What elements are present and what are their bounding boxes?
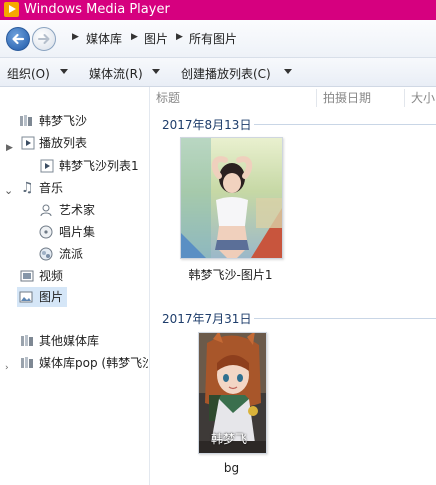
sidebar-item-user[interactable]: 韩梦飞沙 — [0, 111, 148, 131]
breadcrumb-chevron-icon[interactable]: ▶ — [131, 32, 138, 42]
breadcrumb-chevron-icon[interactable]: ▶ — [72, 32, 79, 42]
photo-caption[interactable]: bg — [198, 461, 265, 475]
title-bar[interactable]: Windows Media Player — [0, 0, 436, 20]
video-icon — [20, 270, 34, 282]
music-note-icon: ♫ — [21, 180, 34, 196]
sidebar-item-pictures[interactable]: 图片 — [17, 287, 67, 307]
expand-arrow-icon[interactable]: › — [5, 358, 9, 373]
column-divider[interactable] — [404, 89, 405, 107]
sidebar-item-label: 其他媒体库 — [39, 334, 100, 348]
photo-thumbnail[interactable] — [180, 137, 283, 259]
playlist-icon — [40, 159, 54, 173]
sidebar-item-label: 流派 — [59, 247, 84, 261]
breadcrumb-item-library[interactable]: 媒体库 — [86, 30, 122, 47]
photo-caption[interactable]: 韩梦飞沙-图片1 — [180, 266, 281, 283]
group-date-header: 2017年7月31日 — [162, 312, 252, 326]
sidebar-item-label: 韩梦飞沙 — [39, 114, 88, 128]
sidebar-item-label: 播放列表 — [39, 136, 88, 150]
photo-thumbnail[interactable]: 韩梦飞 — [198, 332, 267, 454]
group-divider — [254, 318, 436, 319]
sidebar-item-album[interactable]: 唱片集 — [0, 222, 148, 242]
organize-dropdown-icon[interactable] — [60, 69, 68, 74]
group-date-header: 2017年8月13日 — [162, 118, 252, 132]
column-header-title[interactable]: 标题 — [156, 87, 180, 109]
sidebar-item-playlist-1[interactable]: 韩梦飞沙列表1 — [0, 156, 148, 176]
photo-watermark: 韩梦飞 — [211, 432, 248, 446]
sidebar-item-label: 唱片集 — [59, 225, 96, 239]
sidebar-item-label: 媒体库pop (韩梦飞沙 — [39, 356, 148, 370]
address-bar: ▶ 媒体库 ▶ 图片 ▶ 所有图片 — [0, 20, 436, 58]
back-arrow-icon — [12, 33, 25, 45]
media-player-icon — [4, 2, 19, 17]
content-pane: 标题 拍摄日期 大小 2017年8月13日 韩梦飞沙-图片1 2017年7月31… — [150, 87, 436, 485]
photo-image — [181, 138, 282, 258]
playlist-icon — [21, 136, 35, 150]
sidebar-item-artist[interactable]: 艺术家 — [0, 200, 148, 220]
sidebar-item-label: 音乐 — [39, 181, 64, 195]
forward-arrow-icon — [38, 34, 50, 44]
group-divider — [254, 124, 436, 125]
forward-button[interactable] — [32, 27, 56, 51]
column-header-date-taken[interactable]: 拍摄日期 — [323, 87, 371, 109]
back-button[interactable] — [6, 27, 30, 51]
navigation-pane: 韩梦飞沙 ▶ 播放列表 韩梦飞沙列表1 ⌄ ♫ 音乐 艺术家 唱片集 流派 视频… — [0, 87, 150, 485]
sidebar-item-other-libraries[interactable]: 其他媒体库 — [0, 331, 148, 351]
library-icon — [21, 335, 33, 346]
create-playlist-dropdown-icon[interactable] — [284, 69, 292, 74]
stream-menu[interactable]: 媒体流(R) — [89, 65, 143, 82]
sidebar-item-playlists[interactable]: ▶ 播放列表 — [0, 133, 148, 153]
genre-icon — [39, 247, 53, 261]
sidebar-item-video[interactable]: 视频 — [0, 266, 148, 286]
library-icon — [21, 357, 33, 368]
sidebar-item-label: 韩梦飞沙列表1 — [59, 159, 139, 173]
expand-arrow-icon[interactable]: ▶ — [6, 138, 13, 158]
sidebar-item-music[interactable]: ⌄ ♫ 音乐 — [0, 178, 148, 198]
sidebar-item-genre[interactable]: 流派 — [0, 244, 148, 264]
library-icon — [20, 115, 32, 126]
artist-icon — [40, 204, 52, 217]
column-divider[interactable] — [316, 89, 317, 107]
organize-menu[interactable]: 组织(O) — [7, 65, 50, 82]
create-playlist-menu[interactable]: 创建播放列表(C) — [181, 65, 271, 82]
pictures-icon — [19, 291, 33, 303]
breadcrumb-item-all-pictures[interactable]: 所有图片 — [189, 30, 237, 47]
stream-dropdown-icon[interactable] — [152, 69, 160, 74]
column-header-size[interactable]: 大小 — [411, 87, 435, 109]
collapse-arrow-icon[interactable]: ⌄ — [4, 181, 13, 201]
sidebar-item-remote-library[interactable]: › 媒体库pop (韩梦飞沙 — [0, 353, 148, 373]
breadcrumb-chevron-icon[interactable]: ▶ — [176, 32, 183, 42]
sidebar-item-label: 艺术家 — [59, 203, 96, 217]
breadcrumb-item-pictures[interactable]: 图片 — [144, 30, 168, 47]
album-icon — [39, 225, 53, 239]
sidebar-item-label: 视频 — [39, 269, 64, 283]
toolbar: 组织(O) 媒体流(R) 创建播放列表(C) — [0, 58, 436, 87]
sidebar-item-label: 图片 — [39, 290, 64, 304]
window-title: Windows Media Player — [24, 2, 170, 17]
